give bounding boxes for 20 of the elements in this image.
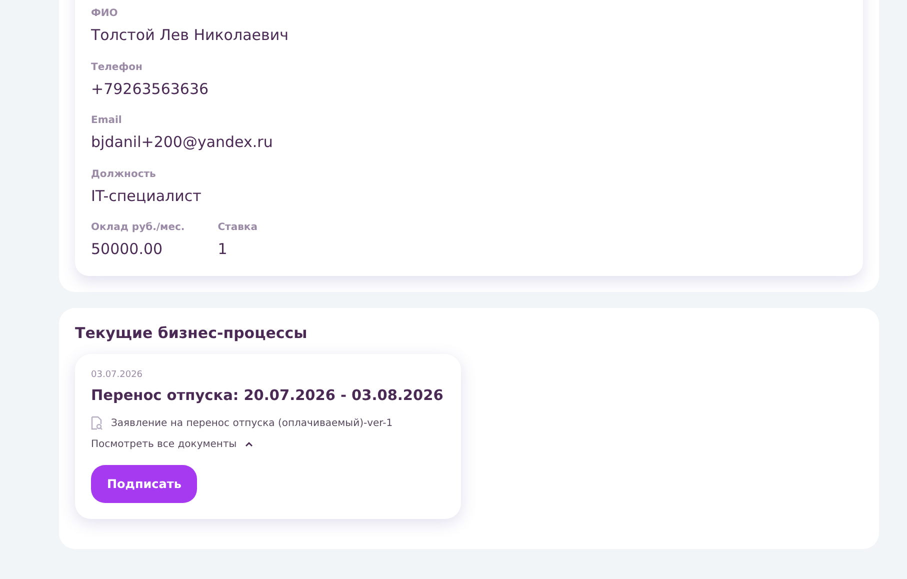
field-label: Оклад руб./мес. xyxy=(91,222,185,234)
process-title: Перенос отпуска: 20.07.2026 - 03.08.2026 xyxy=(91,387,444,406)
field-value: 50000.00 xyxy=(91,240,164,260)
field-label: Ставка xyxy=(218,222,258,234)
field-value: 1 xyxy=(218,240,228,260)
field-value: bjdanil+200@yandex.ru xyxy=(91,133,274,152)
field-value: IT-специалист xyxy=(91,186,202,206)
process-date: 03.07.2026 xyxy=(91,370,144,382)
sign-button[interactable]: Подписать xyxy=(91,465,198,504)
field-value: Толстой Лев Николаевич xyxy=(91,26,290,46)
field-label: Email xyxy=(91,115,123,127)
documents-toggle[interactable]: Посмотреть все документы xyxy=(91,438,253,452)
section-title: Текущие бизнес-процессы xyxy=(75,324,308,342)
chevron-icon xyxy=(244,442,253,448)
field-label: ФИО xyxy=(91,8,119,20)
document-link[interactable]: Заявление на перенос отпуска (оплачиваемый)-ver-1 xyxy=(111,416,393,430)
field-value: +79263563636 xyxy=(91,80,210,99)
field-label: Телефон xyxy=(91,62,144,74)
field-label: Должность xyxy=(91,168,157,180)
document-search-icon xyxy=(91,416,103,430)
